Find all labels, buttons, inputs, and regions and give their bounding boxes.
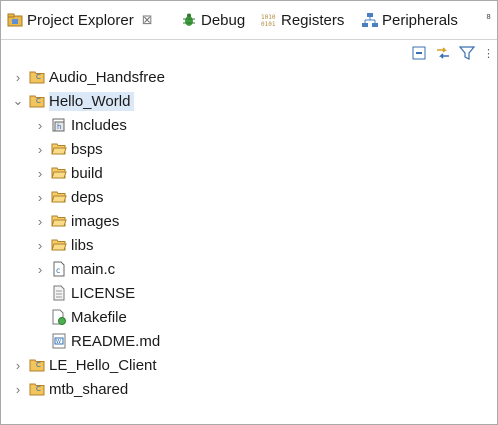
chevron-right-icon[interactable]: › <box>33 118 47 133</box>
chevron-down-icon[interactable]: ⌄ <box>11 93 25 109</box>
text-file-icon <box>51 285 67 301</box>
tree-item-label: LICENSE <box>71 284 136 302</box>
svg-text:C: C <box>36 361 41 369</box>
chevron-right-icon[interactable]: › <box>11 70 25 85</box>
close-tab-icon[interactable]: ⊠ <box>142 12 153 28</box>
chevron-right-icon[interactable]: › <box>33 142 47 157</box>
tab-label: Peripherals <box>382 11 458 29</box>
chevron-right-icon[interactable]: › <box>11 358 25 373</box>
tree-item-project[interactable]: ⌄ C Hello_World <box>11 89 135 113</box>
tree-item-file[interactable]: › c main.c <box>33 257 119 281</box>
debug-icon <box>181 12 197 28</box>
chevron-right-icon[interactable]: › <box>33 262 47 277</box>
chevron-right-icon[interactable]: › <box>33 238 47 253</box>
folder-icon <box>51 237 67 253</box>
tree-item-file[interactable]: Makefile <box>47 305 131 329</box>
tree-item-label: build <box>71 164 103 182</box>
folder-icon <box>51 213 67 229</box>
tree-item-project[interactable]: › C mtb_shared <box>11 377 132 401</box>
view-menu-more-icon[interactable]: ⋮ <box>483 47 494 60</box>
project-explorer-icon <box>7 12 23 28</box>
folder-icon <box>51 141 67 157</box>
chevron-right-icon[interactable]: › <box>33 166 47 181</box>
tree-item-label: bsps <box>71 140 103 158</box>
link-with-editor-icon[interactable] <box>435 45 451 61</box>
registers-icon: 1010 0101 <box>261 12 277 28</box>
tree-item-folder[interactable]: › libs <box>33 233 98 257</box>
tab-registers[interactable]: 1010 0101 Registers <box>261 1 344 39</box>
tree-item-folder[interactable]: › deps <box>33 185 108 209</box>
tree-item-folder[interactable]: › build <box>33 161 107 185</box>
tree-item-label: README.md <box>71 332 161 350</box>
svg-text:1010: 1010 <box>261 14 276 21</box>
c-project-icon: C <box>29 381 45 397</box>
folder-icon <box>51 189 67 205</box>
view-menu-icon[interactable]: ⁸ <box>486 11 491 25</box>
svg-text:C: C <box>36 385 41 393</box>
tree-item-label: main.c <box>71 260 116 278</box>
tab-debug[interactable]: Debug <box>181 1 245 39</box>
tree-item-label: Hello_World <box>49 92 131 110</box>
tab-label: Debug <box>201 11 246 29</box>
tab-project-explorer[interactable]: Project Explorer ⊠ <box>7 1 153 39</box>
makefile-icon <box>51 309 67 325</box>
tab-label: Registers <box>281 11 345 29</box>
view-toolbar: ⋮ <box>411 43 494 63</box>
tree-item-project[interactable]: › C Audio_Handsfree <box>11 65 169 89</box>
tree-item-label: mtb_shared <box>49 380 129 398</box>
tree-item-label: deps <box>71 188 104 206</box>
includes-icon: h <box>51 117 67 133</box>
chevron-right-icon[interactable]: › <box>11 382 25 397</box>
tab-label: Project Explorer <box>27 11 134 29</box>
tree-item-file[interactable]: W README.md <box>47 329 164 353</box>
svg-text:h: h <box>57 123 61 131</box>
chevron-right-icon[interactable]: › <box>33 214 47 229</box>
svg-text:W: W <box>56 339 61 345</box>
svg-text:C: C <box>36 73 41 81</box>
c-project-icon: C <box>29 357 45 373</box>
tree-item-label: images <box>71 212 120 230</box>
view-tab-bar: Project Explorer ⊠ Debug 1010 0101 Regis… <box>1 1 497 40</box>
project-explorer-view: Project Explorer ⊠ Debug 1010 0101 Regis… <box>0 0 498 425</box>
svg-text:c: c <box>56 266 60 275</box>
c-project-icon: C <box>29 69 45 85</box>
tree-item-label: Includes <box>71 116 127 134</box>
collapse-all-icon[interactable] <box>411 45 427 61</box>
tree-item-label: libs <box>71 236 94 254</box>
tree-item-project[interactable]: › C LE_Hello_Client <box>11 353 161 377</box>
tree-item-folder[interactable]: › images <box>33 209 123 233</box>
tab-peripherals[interactable]: Peripherals <box>362 1 458 39</box>
c-project-icon: C <box>29 93 45 109</box>
tree-item-label: LE_Hello_Client <box>49 356 157 374</box>
folder-icon <box>51 165 67 181</box>
tree-item-label: Audio_Handsfree <box>49 68 165 86</box>
peripherals-icon <box>362 12 378 28</box>
tree-item-folder[interactable]: › bsps <box>33 137 107 161</box>
tree-item-includes[interactable]: › h Includes <box>33 113 131 137</box>
markdown-file-icon: W <box>51 333 67 349</box>
tree-item-file[interactable]: LICENSE <box>47 281 139 305</box>
svg-text:C: C <box>36 97 41 105</box>
c-source-file-icon: c <box>51 261 67 277</box>
svg-text:0101: 0101 <box>261 21 276 28</box>
filter-icon[interactable] <box>458 45 476 61</box>
tree-item-label: Makefile <box>71 308 127 326</box>
chevron-right-icon[interactable]: › <box>33 190 47 205</box>
